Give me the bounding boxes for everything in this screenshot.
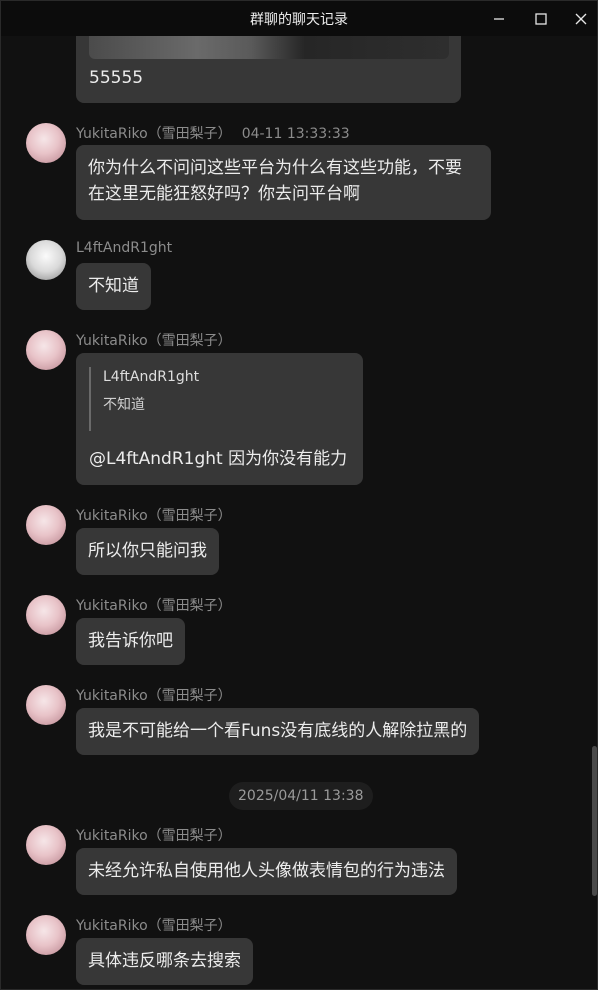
sender-name: YukitaRiko（雪田梨子） — [76, 918, 232, 934]
avatar[interactable] — [26, 330, 66, 370]
message-bubble[interactable]: 未经允许私自使用他人头像做表情包的行为违法 — [76, 848, 457, 895]
message-timestamp: 04-11 13:33:33 — [241, 126, 350, 142]
message-bubble[interactable]: 所以你只能问我 — [76, 528, 219, 575]
window-title: 群聊的聊天记录 — [250, 11, 348, 28]
avatar[interactable] — [26, 825, 66, 865]
message-text-line: 你为什么不问问这些平台为什么有这些功能，不要 — [88, 158, 462, 178]
message-text: @L4ftAndR1ght 因为你没有能力 — [89, 449, 348, 469]
avatar[interactable] — [26, 915, 66, 955]
maximize-icon — [535, 12, 547, 25]
avatar[interactable] — [26, 240, 66, 280]
message-bubble[interactable]: 我告诉你吧 — [76, 618, 185, 665]
close-icon — [575, 13, 587, 24]
sender-name: YukitaRiko（雪田梨子） — [76, 333, 232, 349]
quoted-sender: L4ftAndR1ght — [103, 369, 200, 385]
quoted-text: 不知道 — [103, 397, 145, 413]
avatar[interactable] — [26, 505, 66, 545]
sender-name: L4ftAndR1ght — [76, 240, 173, 256]
close-button[interactable] — [561, 1, 597, 36]
image-thumbnail[interactable] — [89, 36, 449, 59]
message-text-line: 在这里无能狂怒好吗？你去问平台啊 — [88, 184, 360, 204]
sender-name: YukitaRiko（雪田梨子） — [76, 828, 232, 844]
sender-nickname: YukitaRiko（雪田梨子） — [76, 126, 232, 142]
message-bubble[interactable]: 我是不可能给一个看Funs没有底线的人解除拉黑的 — [76, 708, 480, 755]
minimize-button[interactable] — [479, 1, 519, 36]
message-bubble[interactable]: 你为什么不问问这些平台为什么有这些功能，不要 在这里无能狂怒好吗？你去问平台啊 — [76, 145, 491, 220]
sender-name: YukitaRiko（雪田梨子） — [76, 598, 232, 614]
sender-name: YukitaRiko（雪田梨子） 04-11 13:33:33 — [76, 123, 350, 143]
avatar[interactable] — [26, 123, 66, 163]
time-divider: 2025/04/11 13:38 — [229, 782, 373, 810]
quoted-message[interactable]: L4ftAndR1ght 不知道 — [89, 367, 199, 431]
sender-name: YukitaRiko（雪田梨子） — [76, 688, 232, 704]
scrollbar-thumb[interactable] — [592, 746, 597, 896]
chat-history-window: 55555 YukitaRiko（雪田梨子） 04-11 13:33:33 你为什… — [0, 0, 598, 990]
sender-name: YukitaRiko（雪田梨子） — [76, 508, 232, 524]
minimize-icon — [494, 17, 504, 20]
maximize-button[interactable] — [521, 1, 561, 36]
title-bar[interactable]: 群聊的聊天记录 — [1, 1, 597, 36]
avatar[interactable] — [26, 595, 66, 635]
message-bubble[interactable]: 具体违反哪条去搜索 — [76, 938, 253, 985]
message-bubble[interactable]: 不知道 — [76, 263, 151, 310]
message-text: 55555 — [89, 68, 144, 88]
avatar[interactable] — [26, 685, 66, 725]
